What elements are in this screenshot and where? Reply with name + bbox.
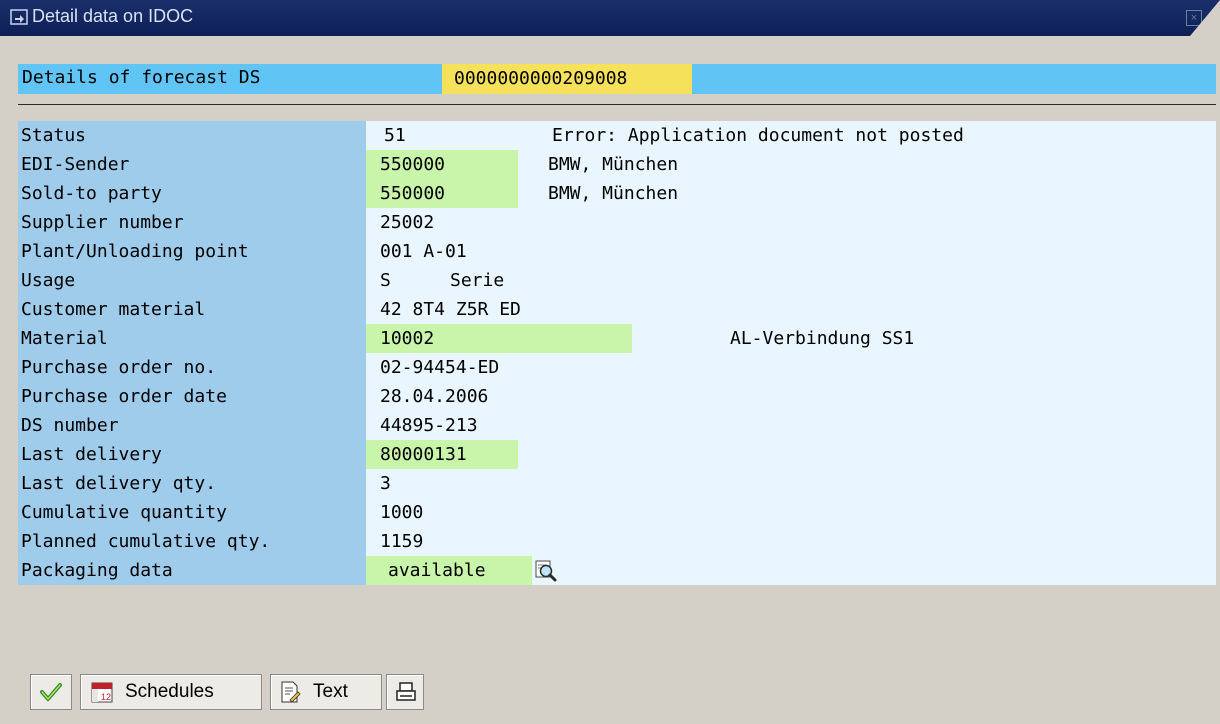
window-title: Detail data on IDOC (32, 6, 194, 26)
field-label: Supplier number (18, 208, 366, 237)
calendar-icon: 12 (91, 682, 113, 703)
print-icon (396, 682, 416, 701)
window-icon (10, 9, 28, 25)
row-ds-number: DS number 44895-213 (18, 411, 1216, 440)
field-label: Packaging data (18, 556, 366, 585)
field-label: Purchase order no. (18, 353, 366, 382)
last-delivery-value[interactable]: 80000131 (380, 440, 467, 469)
row-supplier-number: Supplier number 25002 (18, 208, 1216, 237)
schedules-label: Schedules (125, 681, 214, 702)
field-label: Plant/Unloading point (18, 237, 366, 266)
row-planned-cumulative: Planned cumulative qty. 1159 (18, 527, 1216, 556)
field-label: Material (18, 324, 366, 353)
print-button[interactable] (386, 674, 424, 710)
field-label: Last delivery (18, 440, 366, 469)
row-material: Material 10002 AL-Verbindung SS1 (18, 324, 1216, 353)
po-date-value: 28.04.2006 (380, 386, 489, 407)
row-po-number: Purchase order no. 02-94454-ED (18, 353, 1216, 382)
edi-sender-name: BMW, München (548, 154, 679, 175)
status-text: Error: Application document not posted (552, 125, 964, 146)
magnifier-icon[interactable] (534, 559, 558, 583)
field-label: Cumulative quantity (18, 498, 366, 527)
row-status: Status 51 Error: Application document no… (18, 121, 1216, 150)
field-label: Usage (18, 266, 366, 295)
packaging-status[interactable]: available (388, 556, 486, 585)
status-code: 51 (384, 125, 406, 146)
field-label: Sold-to party (18, 179, 366, 208)
field-label: EDI-Sender (18, 150, 366, 179)
row-usage: Usage S Serie (18, 266, 1216, 295)
field-label: Purchase order date (18, 382, 366, 411)
row-last-delivery: Last delivery 80000131 (18, 440, 1216, 469)
field-label: DS number (18, 411, 366, 440)
row-customer-material: Customer material 42 8T4 Z5R ED (18, 295, 1216, 324)
row-cumulative-qty: Cumulative quantity 1000 (18, 498, 1216, 527)
row-edi-sender: EDI-Sender 550000 BMW, München (18, 150, 1216, 179)
forecast-header: Details of forecast DS 0000000000209008 (18, 64, 1216, 94)
field-label: Planned cumulative qty. (18, 527, 366, 556)
edi-sender-value[interactable]: 550000 (380, 150, 445, 179)
sold-to-value[interactable]: 550000 (380, 179, 445, 208)
text-button[interactable]: Text (270, 674, 382, 710)
usage-code: S (380, 270, 391, 291)
supplier-number-value: 25002 (380, 212, 435, 233)
close-icon[interactable]: × (1186, 10, 1202, 26)
text-label: Text (313, 681, 348, 702)
material-description: AL-Verbindung SS1 (730, 328, 915, 349)
row-last-delivery-qty: Last delivery qty. 3 (18, 469, 1216, 498)
usage-text: Serie (450, 270, 505, 291)
detail-table: Status 51 Error: Application document no… (18, 121, 1216, 585)
material-value[interactable]: 10002 (380, 324, 434, 353)
row-plant-unloading: Plant/Unloading point 001 A-01 (18, 237, 1216, 266)
document-edit-icon (281, 681, 301, 703)
cumulative-qty-value: 1000 (380, 502, 424, 523)
svg-text:12: 12 (101, 692, 111, 702)
idoc-detail-window: Detail data on IDOC × Details of forecas… (0, 0, 1220, 724)
bottom-toolbar: 12 Schedules Text (0, 664, 1220, 724)
schedules-button[interactable]: 12 Schedules (80, 674, 262, 710)
row-packaging-data: Packaging data available (18, 556, 1216, 585)
planned-cumulative-value: 1159 (380, 531, 424, 552)
row-po-date: Purchase order date 28.04.2006 (18, 382, 1216, 411)
field-label: Customer material (18, 295, 366, 324)
checkmark-icon (40, 683, 62, 701)
customer-material-value: 42 8T4 Z5R ED (380, 299, 521, 320)
confirm-button[interactable] (30, 674, 72, 710)
field-label: Last delivery qty. (18, 469, 366, 498)
forecast-ds-number: 0000000000209008 (442, 64, 692, 94)
field-label: Status (18, 121, 366, 150)
divider (18, 104, 1216, 105)
ds-number-value: 44895-213 (380, 415, 478, 436)
sold-to-name: BMW, München (548, 183, 679, 204)
header-label: Details of forecast DS (22, 67, 261, 88)
po-number-value: 02-94454-ED (380, 357, 500, 378)
last-delivery-qty-value: 3 (380, 473, 391, 494)
row-sold-to-party: Sold-to party 550000 BMW, München (18, 179, 1216, 208)
plant-unloading-value: 001 A-01 (380, 241, 467, 262)
title-bar[interactable]: Detail data on IDOC × (0, 0, 1220, 36)
